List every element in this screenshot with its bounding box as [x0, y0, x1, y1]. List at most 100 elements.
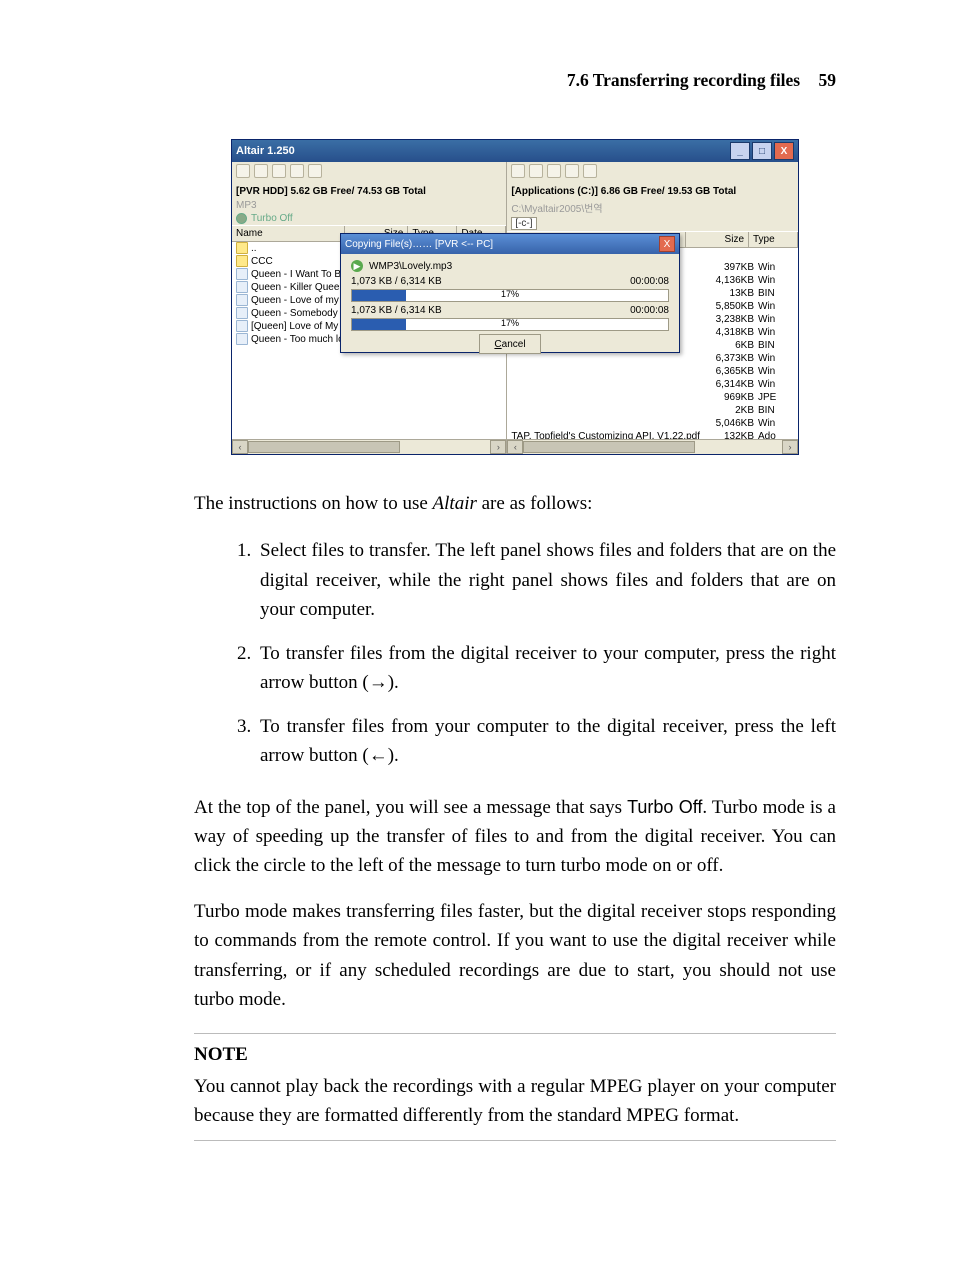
scroll-left-icon[interactable]: ‹: [232, 440, 248, 454]
file-size: 5,850KB: [700, 300, 754, 313]
file-row[interactable]: 6,314KBWin: [507, 378, 798, 391]
file-size: 397KB: [700, 261, 754, 274]
file-type: BIN: [754, 287, 794, 300]
left-toolbar[interactable]: [232, 162, 506, 184]
right-status: [Applications (C:)] 6.86 GB Free/ 19.53 …: [507, 184, 798, 199]
col-name[interactable]: Name: [232, 226, 345, 241]
toolbar-icon[interactable]: [511, 164, 525, 178]
file-size: 6,314KB: [700, 378, 754, 391]
file-size: 2KB: [700, 404, 754, 417]
toolbar-icon[interactable]: [272, 164, 286, 178]
file-name: ..: [251, 243, 257, 254]
dialog-time: 00:00:08: [630, 276, 669, 287]
page-number: 59: [819, 70, 837, 90]
right-path: C:\Myaltair2005\번역: [507, 199, 798, 216]
file-row[interactable]: 969KBJPE: [507, 391, 798, 404]
toolbar-icon[interactable]: [565, 164, 579, 178]
file-type: Win: [754, 274, 794, 287]
transfer-icon: ▶: [351, 260, 363, 272]
folder-icon: [236, 255, 248, 267]
dialog-time-2: 00:00:08: [630, 305, 669, 316]
left-path: MP3: [232, 199, 506, 212]
file-type: Win: [754, 300, 794, 313]
toolbar-icon[interactable]: [236, 164, 250, 178]
scroll-left-icon[interactable]: ‹: [507, 440, 523, 454]
cancel-button[interactable]: Cancel: [479, 334, 541, 354]
running-head: 7.6 Transferring recording files 59: [194, 70, 836, 91]
dialog-progress-text-2: 1,073 KB / 6,314 KB: [351, 305, 442, 316]
turbo-icon[interactable]: [236, 213, 247, 224]
file-icon: [236, 333, 248, 345]
toolbar-icon[interactable]: [308, 164, 322, 178]
maximize-button[interactable]: □: [752, 142, 772, 160]
file-size: 4,318KB: [700, 326, 754, 339]
file-size: 6KB: [700, 339, 754, 352]
file-type: Win: [754, 417, 794, 430]
file-name: TAP, Topfield's Customizing API, V1.22.p…: [511, 431, 700, 439]
app-title: Altair 1.250: [236, 145, 295, 157]
toolbar-icon[interactable]: [529, 164, 543, 178]
dialog-title: Copying File(s)…… [PVR <-- PC]: [345, 239, 493, 250]
file-icon: [236, 268, 248, 280]
file-icon: [236, 294, 248, 306]
file-row[interactable]: 6,365KBWin: [507, 365, 798, 378]
file-icon: [236, 320, 248, 332]
section-title: 7.6 Transferring recording files: [567, 70, 800, 90]
progress-percent-2: 17%: [501, 318, 519, 328]
scroll-right-icon[interactable]: ›: [490, 440, 506, 454]
toolbar-icon[interactable]: [254, 164, 268, 178]
drive-dropdown[interactable]: [-c-]: [511, 217, 536, 230]
turbo-para-2: Turbo mode makes transferring files fast…: [194, 897, 836, 1015]
altair-window: Altair 1.250 _ □ X [PVR HDD] 5.62 GB Fre…: [231, 139, 799, 455]
title-bar[interactable]: Altair 1.250 _ □ X: [232, 140, 798, 162]
toolbar-icon[interactable]: [583, 164, 597, 178]
file-size: 3,238KB: [700, 313, 754, 326]
file-size: 6,373KB: [700, 352, 754, 365]
file-type: Win: [754, 313, 794, 326]
progress-bar-1: 17%: [351, 289, 669, 302]
drive-selector[interactable]: [-c-]: [507, 216, 798, 231]
file-name: CCC: [251, 256, 273, 267]
scroll-right-icon[interactable]: ›: [782, 440, 798, 454]
col-size[interactable]: Size: [686, 232, 749, 247]
file-icon: [236, 307, 248, 319]
turbo-para-1: At the top of the panel, you will see a …: [194, 793, 836, 881]
right-scrollbar[interactable]: ‹ ›: [507, 439, 798, 454]
copy-dialog: Copying File(s)…… [PVR <-- PC] X ▶ WMP3\…: [340, 233, 680, 353]
right-toolbar[interactable]: [507, 162, 798, 184]
intro: The instructions on how to use Altair ar…: [194, 489, 836, 518]
file-type: JPE: [754, 391, 794, 404]
dialog-filename: WMP3\Lovely.mp3: [369, 261, 452, 272]
turbo-toggle[interactable]: Turbo Off: [232, 212, 506, 225]
file-type: Ado: [754, 430, 794, 439]
toolbar-icon[interactable]: [290, 164, 304, 178]
dialog-close-button[interactable]: X: [659, 236, 675, 252]
file-type: BIN: [754, 404, 794, 417]
progress-bar-2: 17%: [351, 318, 669, 331]
turbo-label: Turbo Off: [251, 213, 293, 224]
file-type: Win: [754, 326, 794, 339]
col-type[interactable]: Type: [749, 232, 798, 247]
file-size: 969KB: [700, 391, 754, 404]
minimize-button[interactable]: _: [730, 142, 750, 160]
dialog-titlebar[interactable]: Copying File(s)…… [PVR <-- PC] X: [341, 234, 679, 254]
progress-percent: 17%: [501, 289, 519, 299]
dialog-progress-text: 1,073 KB / 6,314 KB: [351, 276, 442, 287]
file-type: Win: [754, 378, 794, 391]
file-size: 4,136KB: [700, 274, 754, 287]
file-size: 6,365KB: [700, 365, 754, 378]
close-button[interactable]: X: [774, 142, 794, 160]
toolbar-icon[interactable]: [547, 164, 561, 178]
file-size: 5,046KB: [700, 417, 754, 430]
file-row[interactable]: 2KBBIN: [507, 404, 798, 417]
left-status: [PVR HDD] 5.62 GB Free/ 74.53 GB Total: [232, 184, 506, 199]
file-type: Win: [754, 365, 794, 378]
file-type: Win: [754, 352, 794, 365]
left-scrollbar[interactable]: ‹ ›: [232, 439, 506, 454]
step-2: To transfer files from the digital recei…: [256, 639, 836, 698]
step-3: To transfer files from your computer to …: [256, 712, 836, 771]
file-icon: [236, 281, 248, 293]
file-row[interactable]: TAP, Topfield's Customizing API, V1.22.p…: [507, 430, 798, 439]
note-heading: NOTE: [194, 1033, 836, 1066]
file-row[interactable]: 5,046KBWin: [507, 417, 798, 430]
